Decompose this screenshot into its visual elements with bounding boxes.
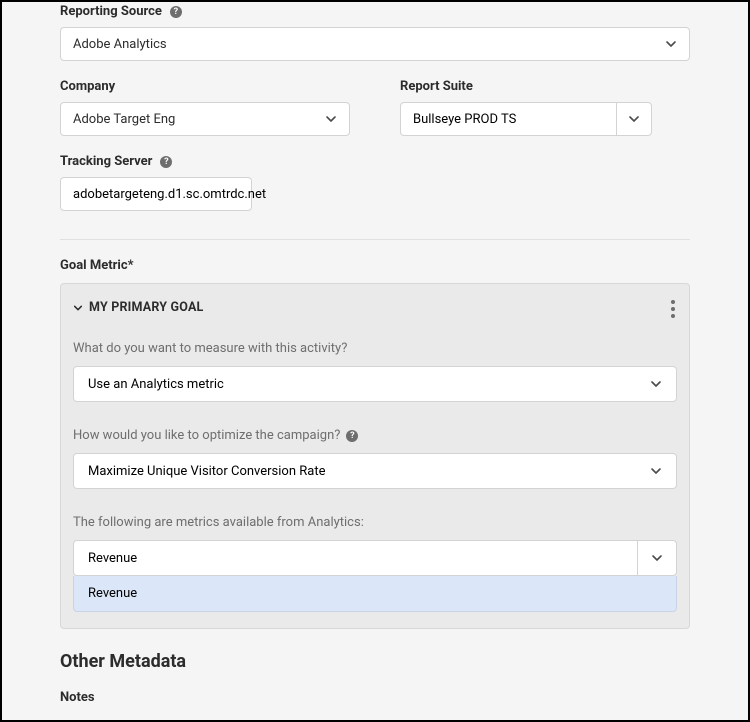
- reporting-source-select[interactable]: Adobe Analytics: [60, 27, 690, 61]
- other-metadata-heading: Other Metadata: [60, 651, 690, 672]
- chevron-down-icon: [616, 102, 652, 136]
- notes-label: Notes: [60, 690, 690, 705]
- analytics-metric-option[interactable]: Revenue: [73, 576, 677, 612]
- optimize-question: How would you like to optimize the campa…: [73, 428, 677, 443]
- tracking-server-label: Tracking Server ?: [60, 154, 690, 169]
- chevron-down-icon: [325, 113, 337, 125]
- measure-question: What do you want to measure with this ac…: [73, 341, 677, 356]
- report-suite-label: Report Suite: [400, 79, 690, 94]
- report-suite-value: Bullseye PROD TS: [413, 112, 516, 127]
- optimize-select[interactable]: Maximize Unique Visitor Conversion Rate: [73, 453, 677, 489]
- report-suite-label-text: Report Suite: [400, 79, 473, 94]
- chevron-down-icon: [650, 465, 662, 477]
- analytics-metric-select[interactable]: Revenue: [73, 540, 677, 576]
- help-icon[interactable]: ?: [346, 430, 358, 442]
- chevron-down-icon: [650, 378, 662, 390]
- chevron-down-icon: [665, 38, 677, 50]
- goal-metric-label-text: Goal Metric*: [60, 258, 134, 273]
- report-suite-select[interactable]: Bullseye PROD TS: [400, 102, 652, 136]
- measure-question-text: What do you want to measure with this ac…: [73, 341, 347, 356]
- primary-goal-title: MY PRIMARY GOAL: [89, 300, 204, 315]
- analytics-metric-value: Revenue: [88, 551, 137, 566]
- tracking-server-label-text: Tracking Server: [60, 154, 152, 169]
- measure-value: Use an Analytics metric: [88, 377, 224, 392]
- available-metrics-text: The following are metrics available from…: [73, 515, 364, 530]
- tracking-server-input[interactable]: adobetargeteng.d1.sc.omtrdc.net: [60, 177, 252, 211]
- optimize-value: Maximize Unique Visitor Conversion Rate: [88, 464, 325, 479]
- divider: [60, 239, 690, 240]
- help-icon[interactable]: ?: [170, 6, 182, 18]
- company-value: Adobe Target Eng: [73, 112, 175, 127]
- help-icon[interactable]: ?: [160, 156, 172, 168]
- company-select[interactable]: Adobe Target Eng: [60, 102, 350, 136]
- reporting-source-value: Adobe Analytics: [73, 37, 167, 52]
- goal-metric-label: Goal Metric*: [60, 258, 690, 273]
- analytics-metric-option-label: Revenue: [88, 586, 137, 601]
- goal-metric-panel: MY PRIMARY GOAL What do you want to meas…: [60, 283, 690, 629]
- tracking-server-value: adobetargeteng.d1.sc.omtrdc.net: [73, 187, 266, 202]
- company-label: Company: [60, 79, 350, 94]
- reporting-source-label: Reporting Source ?: [60, 4, 690, 19]
- chevron-down-icon: [73, 303, 83, 313]
- optimize-question-text: How would you like to optimize the campa…: [73, 428, 340, 443]
- chevron-down-icon: [637, 540, 677, 576]
- reporting-source-label-text: Reporting Source: [60, 4, 162, 19]
- primary-goal-header[interactable]: MY PRIMARY GOAL: [73, 300, 677, 315]
- company-label-text: Company: [60, 79, 115, 94]
- notes-label-text: Notes: [60, 690, 95, 705]
- available-metrics-label: The following are metrics available from…: [73, 515, 677, 530]
- measure-select[interactable]: Use an Analytics metric: [73, 366, 677, 402]
- more-options-button[interactable]: [667, 296, 679, 322]
